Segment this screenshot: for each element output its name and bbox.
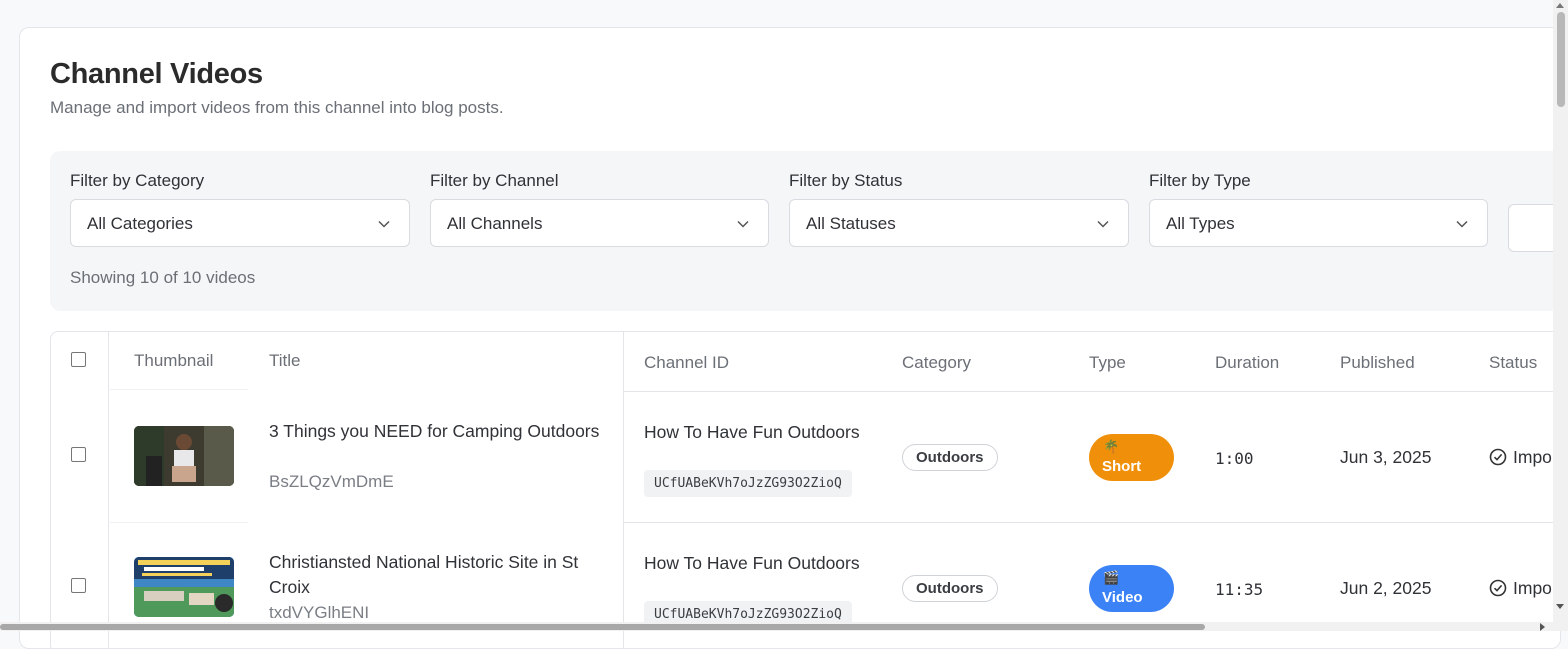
videos-table: Thumbnail Title Channel ID Category Type…: [50, 331, 1560, 648]
type-badge-video: 🎬 Video: [1089, 565, 1174, 612]
col-type[interactable]: Type: [1089, 353, 1126, 373]
filter-category: Filter by Category All Categories: [70, 171, 410, 247]
filter-type: Filter by Type All Types: [1149, 171, 1488, 247]
published-date: Jun 3, 2025: [1340, 447, 1432, 467]
type-label: Short: [1102, 458, 1142, 475]
status-select-value: All Statuses: [806, 214, 896, 233]
channel-id-code: UCfUABeKVh7oJzZG93O2ZioQ: [644, 470, 852, 497]
category-badge: Outdoors: [902, 444, 998, 471]
vertical-scrollbar[interactable]: [1553, 0, 1568, 631]
col-thumbnail[interactable]: Thumbnail: [134, 351, 213, 371]
video-title[interactable]: Christiansted National Historic Site in …: [269, 550, 609, 600]
video-id: txdVYGlhENI: [269, 603, 370, 622]
palm-tree-icon: 🌴: [1103, 439, 1120, 454]
status-text: Impo: [1513, 578, 1552, 598]
video-thumbnail[interactable]: [134, 426, 234, 486]
filter-panel: Filter by Category All Categories Filter…: [50, 151, 1560, 311]
chevron-down-icon: [1456, 220, 1468, 228]
video-title[interactable]: 3 Things you NEED for Camping Outdoors: [269, 419, 609, 444]
sticky-col-divider: [108, 332, 109, 648]
col-status[interactable]: Status: [1489, 353, 1537, 373]
video-id: BsZLQzVmDmE: [269, 472, 394, 491]
channel-select[interactable]: All Channels: [430, 199, 769, 247]
channel-select-value: All Channels: [447, 214, 543, 233]
check-circle-icon: [1489, 448, 1507, 466]
status-imported: Impo: [1489, 447, 1552, 468]
col-title[interactable]: Title: [269, 351, 301, 371]
status-text: Impo: [1513, 447, 1552, 467]
page-title: Channel Videos: [50, 58, 263, 90]
scroll-up-arrow-icon[interactable]: [1556, 3, 1564, 8]
filter-channel-label: Filter by Channel: [430, 171, 559, 190]
type-select-value: All Types: [1166, 214, 1235, 233]
thumbnail-image: [134, 557, 234, 617]
vertical-scroll-thumb[interactable]: [1557, 12, 1565, 107]
type-label: Video: [1102, 589, 1143, 606]
category-select[interactable]: All Categories: [70, 199, 410, 247]
filter-type-label: Filter by Type: [1149, 171, 1251, 190]
row-divider: [108, 522, 248, 523]
category-select-value: All Categories: [87, 214, 193, 233]
results-count: Showing 10 of 10 videos: [70, 268, 256, 287]
chevron-down-icon: [737, 220, 749, 228]
category-badge: Outdoors: [902, 575, 998, 602]
select-all-checkbox[interactable]: [71, 352, 86, 367]
filter-status-label: Filter by Status: [789, 171, 903, 190]
thumbnail-image: [134, 426, 234, 486]
row-checkbox[interactable]: [71, 578, 86, 593]
channel-videos-card: Channel Videos Manage and import videos …: [19, 27, 1561, 649]
video-duration: 11:35: [1215, 580, 1264, 599]
sticky-col-divider: [623, 332, 624, 648]
filter-status: Filter by Status All Statuses: [789, 171, 1129, 247]
type-select[interactable]: All Types: [1149, 199, 1488, 247]
channel-name: How To Have Fun Outdoors: [644, 553, 860, 573]
row-checkbox[interactable]: [71, 447, 86, 462]
header-divider: [108, 389, 248, 390]
chevron-down-icon: [378, 220, 390, 228]
col-duration[interactable]: Duration: [1215, 353, 1279, 373]
status-select[interactable]: All Statuses: [789, 199, 1129, 247]
horizontal-scroll-thumb[interactable]: [0, 624, 1205, 630]
col-published[interactable]: Published: [1340, 353, 1415, 373]
filter-channel: Filter by Channel All Channels: [430, 171, 769, 247]
type-badge-short: 🌴 Short: [1089, 434, 1174, 481]
header-divider: [624, 391, 1560, 392]
check-circle-icon: [1489, 579, 1507, 597]
status-imported: Impo: [1489, 578, 1552, 599]
scroll-down-arrow-icon[interactable]: [1556, 604, 1564, 609]
scroll-right-arrow-icon[interactable]: [1540, 623, 1545, 631]
video-thumbnail[interactable]: [134, 557, 234, 617]
channel-name: How To Have Fun Outdoors: [644, 422, 860, 442]
col-channel-id[interactable]: Channel ID: [644, 353, 729, 373]
video-duration: 1:00: [1215, 449, 1254, 468]
horizontal-scrollbar[interactable]: [0, 622, 1553, 631]
clapper-board-icon: 🎬: [1103, 570, 1120, 585]
row-divider: [624, 522, 1560, 523]
col-category[interactable]: Category: [902, 353, 971, 373]
chevron-down-icon: [1097, 220, 1109, 228]
published-date: Jun 2, 2025: [1340, 578, 1432, 598]
filter-category-label: Filter by Category: [70, 171, 205, 190]
page-subtitle: Manage and import videos from this chann…: [50, 98, 504, 117]
